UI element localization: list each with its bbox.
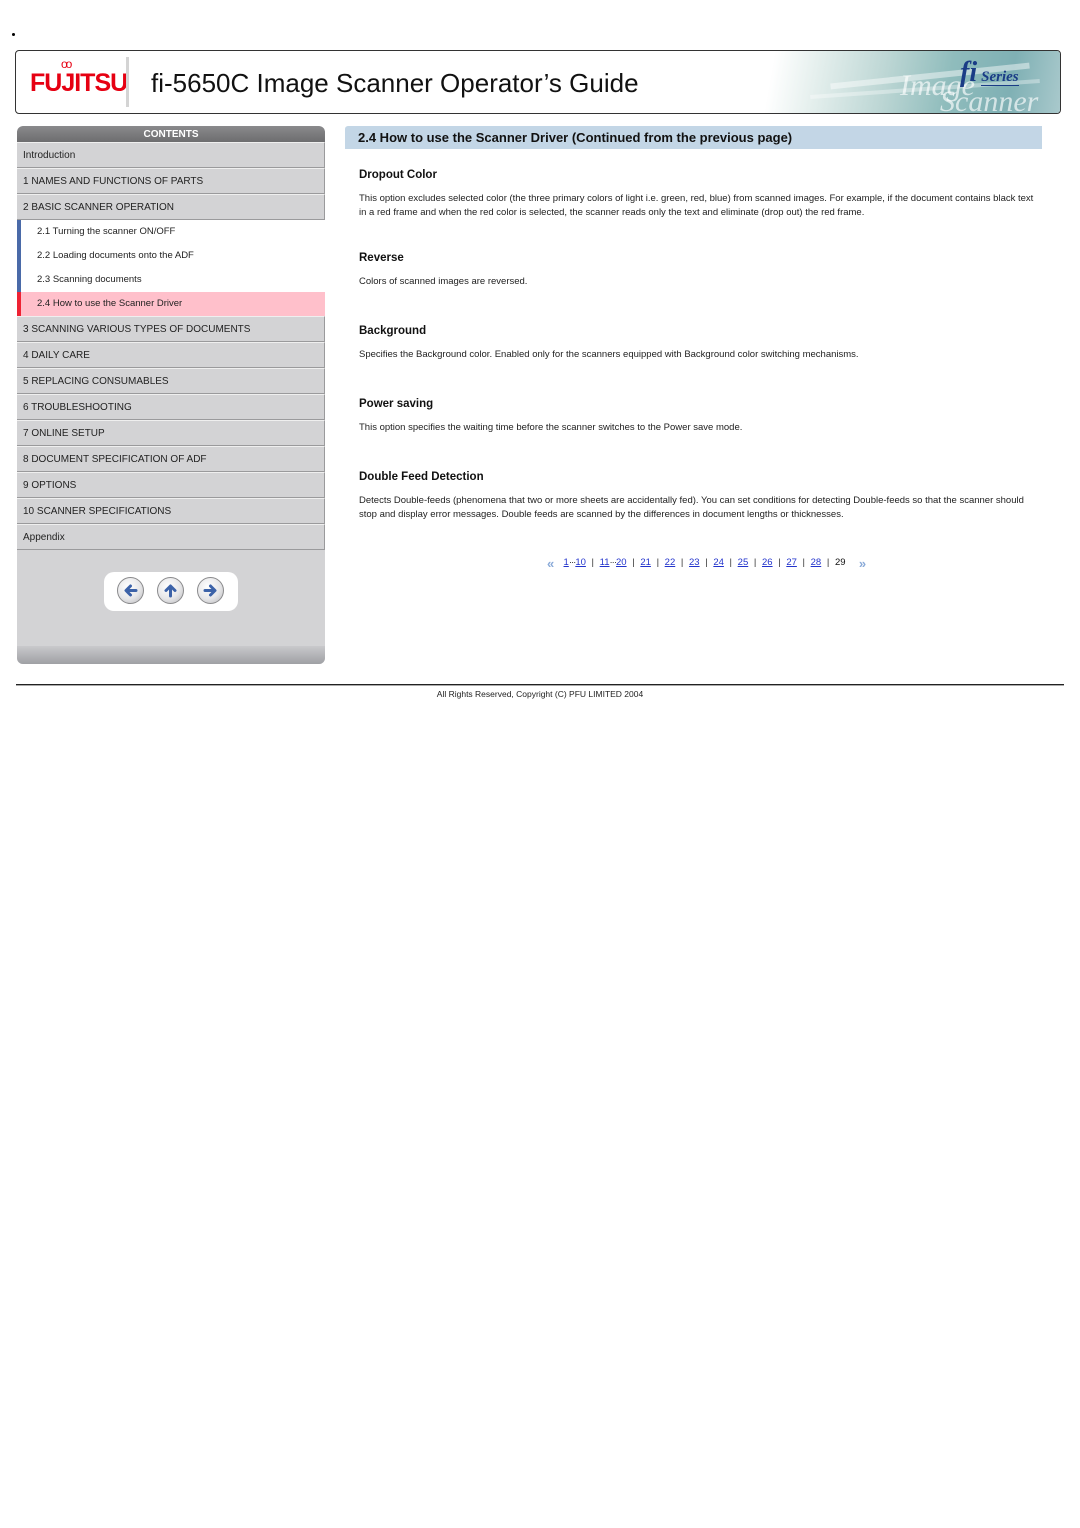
pager-separator: | bbox=[680, 557, 684, 568]
sidebar-subitem-loading-documents[interactable]: 2.2 Loading documents onto the ADF bbox=[17, 244, 325, 268]
sidebar-item-introduction[interactable]: Introduction bbox=[17, 142, 325, 168]
pager-link-21[interactable]: 21 bbox=[640, 557, 651, 568]
section-body: This option excludes selected color (the… bbox=[359, 193, 1034, 218]
pager-separator: | bbox=[705, 557, 708, 568]
guide-title: fi-5650C Image Scanner Operator’s Guide bbox=[151, 68, 639, 98]
section-heading: Background bbox=[359, 325, 427, 337]
sidebar-item-scanner-specs[interactable]: 10 SCANNER SPECIFICATIONS bbox=[17, 498, 325, 524]
pager-next-icon[interactable]: » bbox=[859, 556, 867, 571]
brand-text: FUJITSU bbox=[30, 69, 128, 97]
sidebar-subitem-turning-on-off[interactable]: 2.1 Turning the scanner ON/OFF bbox=[17, 220, 325, 244]
sidebar-item-appendix[interactable]: Appendix bbox=[17, 524, 325, 550]
sidebar-item-options[interactable]: 9 OPTIONS bbox=[17, 472, 325, 498]
section-heading: Power saving bbox=[359, 398, 434, 410]
sidebar-item-basic-operation[interactable]: 2 BASIC SCANNER OPERATION bbox=[17, 194, 325, 220]
pager-link-23[interactable]: 23 bbox=[689, 557, 700, 568]
pager-separator: | bbox=[826, 557, 830, 568]
sidebar-item-online-setup[interactable]: 7 ONLINE SETUP bbox=[17, 420, 325, 446]
main-content: 2.4 How to use the Scanner Driver (Conti… bbox=[345, 126, 1042, 522]
header-banner: FUJITSU oo fi-5650C Image Scanner Operat… bbox=[15, 50, 1061, 114]
page-pager: « 1···10 | 11···20 | 21 | 22 | 23 | 24 |… bbox=[547, 553, 867, 571]
sidebar-item-daily-care[interactable]: 4 DAILY CARE bbox=[17, 342, 325, 368]
sidebar-heading: CONTENTS bbox=[17, 126, 325, 142]
logo-separator bbox=[126, 57, 129, 107]
sidebar-item-scanning-various[interactable]: 3 SCANNING VARIOUS TYPES OF DOCUMENTS bbox=[17, 316, 325, 342]
art-script-scanner: Scanner bbox=[940, 85, 1039, 114]
sidebar-nav: Introduction 1 NAMES AND FUNCTIONS OF PA… bbox=[17, 142, 325, 550]
sidebar-subitem-scanner-driver[interactable]: 2.4 How to use the Scanner Driver bbox=[17, 292, 325, 316]
arrow-left-icon bbox=[124, 584, 138, 597]
fujitsu-logo: FUJITSU oo bbox=[30, 57, 128, 98]
pager-separator: | bbox=[656, 557, 660, 568]
page-title: 2.4 How to use the Scanner Driver (Conti… bbox=[345, 126, 1042, 149]
pager-separator: | bbox=[632, 557, 635, 568]
bullet-dot bbox=[12, 33, 15, 36]
sidebar-footer bbox=[17, 646, 325, 664]
previous-page-button[interactable] bbox=[117, 577, 144, 604]
footer-divider bbox=[16, 684, 1064, 686]
section-dropout-color: Dropout Color This option excludes selec… bbox=[345, 169, 1042, 220]
sidebar-item-names-and-functions[interactable]: 1 NAMES AND FUNCTIONS OF PARTS bbox=[17, 168, 325, 194]
pager-link-10[interactable]: 10 bbox=[575, 557, 586, 568]
sidebar-item-document-spec[interactable]: 8 DOCUMENT SPECIFICATION OF ADF bbox=[17, 446, 325, 472]
section-heading: Reverse bbox=[359, 252, 404, 264]
pager-separator: | bbox=[802, 557, 805, 568]
pager-separator: | bbox=[729, 557, 733, 568]
arrow-up-icon bbox=[164, 584, 177, 598]
pager-current-page: 29 bbox=[834, 557, 846, 568]
section-power-saving: Power saving This option specifies the w… bbox=[345, 398, 1042, 435]
pager-link-28[interactable]: 28 bbox=[811, 557, 822, 568]
page-nav-controls bbox=[104, 572, 238, 611]
pager-link-20[interactable]: 20 bbox=[616, 557, 627, 568]
section-body: Detects Double-feeds (phenomena that two… bbox=[359, 495, 1024, 520]
sidebar-item-replacing-consumables[interactable]: 5 REPLACING CONSUMABLES bbox=[17, 368, 325, 394]
sidebar-item-troubleshooting[interactable]: 6 TROUBLESHOOTING bbox=[17, 394, 325, 420]
section-heading: Dropout Color bbox=[359, 169, 437, 181]
section-body: Colors of scanned images are reversed. bbox=[359, 276, 528, 287]
sidebar-subitem-scanning-documents[interactable]: 2.3 Scanning documents bbox=[17, 268, 325, 292]
series-logo-text: Series bbox=[981, 69, 1019, 86]
pager-link-27[interactable]: 27 bbox=[786, 557, 797, 568]
section-body: This option specifies the waiting time b… bbox=[359, 422, 743, 433]
section-reverse: Reverse Colors of scanned images are rev… bbox=[345, 252, 1042, 289]
fi-series-logo: fi Series bbox=[960, 57, 1019, 89]
pager-separator: | bbox=[753, 557, 757, 568]
section-body: Specifies the Background color. Enabled … bbox=[359, 349, 859, 360]
pager-link-25[interactable]: 25 bbox=[738, 557, 749, 568]
banner-artwork: Image Scanner fi Series bbox=[710, 51, 1060, 113]
logo-infinity-icon: oo bbox=[61, 57, 72, 71]
pager-link-24[interactable]: 24 bbox=[713, 557, 724, 568]
copyright-text: All Rights Reserved, Copyright (C) PFU L… bbox=[436, 689, 644, 699]
section-double-feed-detection: Double Feed Detection Detects Double-fee… bbox=[345, 471, 1042, 522]
up-page-button[interactable] bbox=[157, 577, 184, 604]
section-heading: Double Feed Detection bbox=[359, 471, 484, 483]
contents-sidebar: CONTENTS Introduction 1 NAMES AND FUNCTI… bbox=[17, 126, 325, 664]
section-background: Background Specifies the Background colo… bbox=[345, 325, 1042, 362]
pager-prev-icon[interactable]: « bbox=[547, 556, 555, 571]
pager-link-11[interactable]: 11 bbox=[600, 557, 610, 568]
next-page-button[interactable] bbox=[197, 577, 224, 604]
pager-separator: | bbox=[591, 557, 594, 568]
arrow-right-icon bbox=[203, 584, 217, 597]
pager-separator: | bbox=[778, 557, 781, 568]
fi-logo-text: fi bbox=[960, 57, 978, 88]
pager-link-26[interactable]: 26 bbox=[762, 557, 773, 568]
pager-link-22[interactable]: 22 bbox=[665, 557, 676, 568]
